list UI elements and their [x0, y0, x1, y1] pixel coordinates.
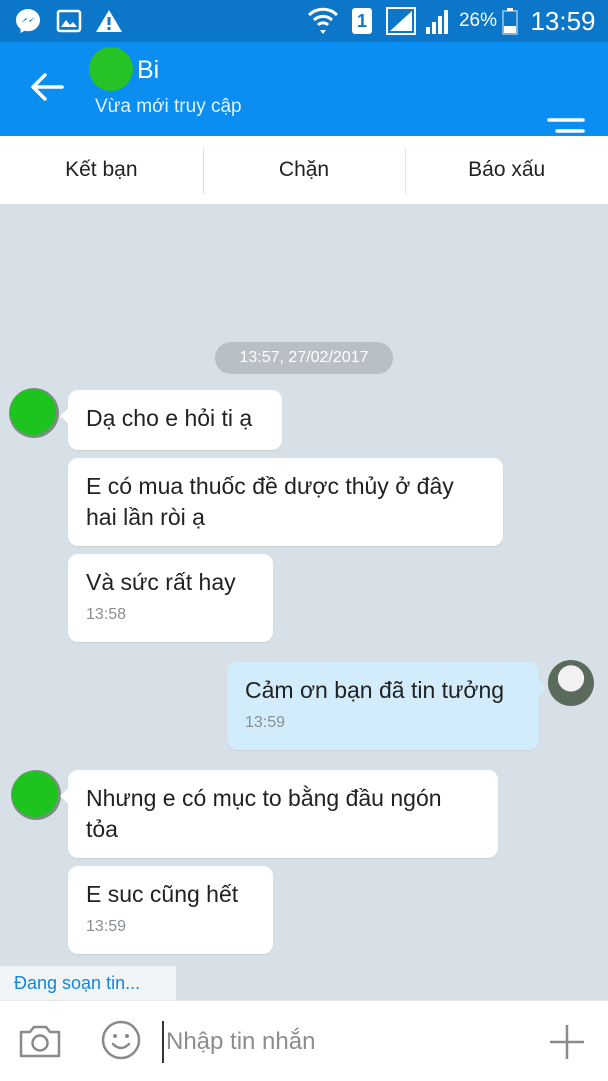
- message-bubble[interactable]: Nhưng e có mục to bằng đầu ngón tỏa: [60, 770, 498, 858]
- message-bubble[interactable]: E có mua thuốc đề dược thủy ở đây hai lầ…: [68, 458, 503, 546]
- battery-icon: [500, 0, 520, 42]
- message-text: E suc cũng hết: [86, 881, 239, 907]
- emoji-button[interactable]: [98, 1017, 144, 1063]
- message-text: Cảm ơn bạn đã tin tưởng: [245, 677, 505, 703]
- report-button[interactable]: Báo xấu: [405, 136, 608, 204]
- message-bubble[interactable]: E suc cũng hết 13:59: [68, 866, 273, 954]
- message-time: 13:59: [86, 918, 127, 935]
- block-button[interactable]: Chặn: [202, 136, 406, 204]
- message-text: Nhưng e có mục to bằng đầu ngón tỏa: [86, 785, 442, 842]
- add-attachment-button[interactable]: [544, 1019, 590, 1065]
- messenger-icon: [12, 0, 44, 42]
- camera-button[interactable]: [14, 1019, 66, 1063]
- smiley-icon: [101, 1020, 141, 1060]
- warning-icon: [94, 0, 124, 42]
- camera-icon: [19, 1025, 61, 1058]
- contact-name[interactable]: Bi: [137, 56, 159, 85]
- status-bar: 1 26% 13:59: [0, 0, 608, 42]
- wifi-icon: [306, 0, 340, 42]
- battery-percent: 26%: [458, 10, 498, 31]
- sim-card-icon: 1: [350, 0, 374, 42]
- message-input[interactable]: Nhập tin nhắn: [162, 1021, 526, 1063]
- arrow-left-icon: [31, 73, 64, 101]
- contact-actions: Kết bạn Chặn Báo xấu: [0, 136, 608, 204]
- date-separator: 13:57, 27/02/2017: [215, 342, 393, 374]
- back-button[interactable]: [22, 62, 72, 112]
- gallery-icon: [54, 0, 84, 42]
- add-friend-button[interactable]: Kết bạn: [0, 136, 203, 204]
- sender-avatar[interactable]: [11, 770, 61, 820]
- signal-icon-sim1: [384, 0, 418, 42]
- message-bubble-outgoing[interactable]: Cảm ơn bạn đã tin tưởng 13:59: [227, 662, 547, 750]
- message-time: 13:59: [245, 714, 286, 731]
- message-text: Và sức rất hay: [86, 569, 236, 595]
- sender-avatar[interactable]: [9, 388, 59, 438]
- message-composer: Nhập tin nhắn: [0, 1000, 608, 1081]
- chat-header: [0, 42, 608, 144]
- message-text: Dạ cho e hỏi ti ạ: [86, 405, 253, 431]
- typing-indicator: Đang soạn tin...: [0, 966, 176, 1000]
- my-avatar[interactable]: [548, 660, 594, 706]
- contact-status: Vừa mới truy cập: [95, 96, 242, 117]
- plus-icon: [550, 1025, 584, 1059]
- contact-avatar[interactable]: [89, 47, 133, 91]
- message-bubble[interactable]: Dạ cho e hỏi ti ạ: [60, 390, 282, 450]
- sim-label: 1: [356, 10, 367, 31]
- signal-icon-sim2: [424, 0, 452, 42]
- clock: 13:59: [530, 5, 596, 36]
- message-time: 13:58: [86, 606, 127, 623]
- message-bubble[interactable]: Và sức rất hay 13:58: [68, 554, 273, 642]
- message-text: E có mua thuốc đề dược thủy ở đây hai lầ…: [86, 473, 454, 530]
